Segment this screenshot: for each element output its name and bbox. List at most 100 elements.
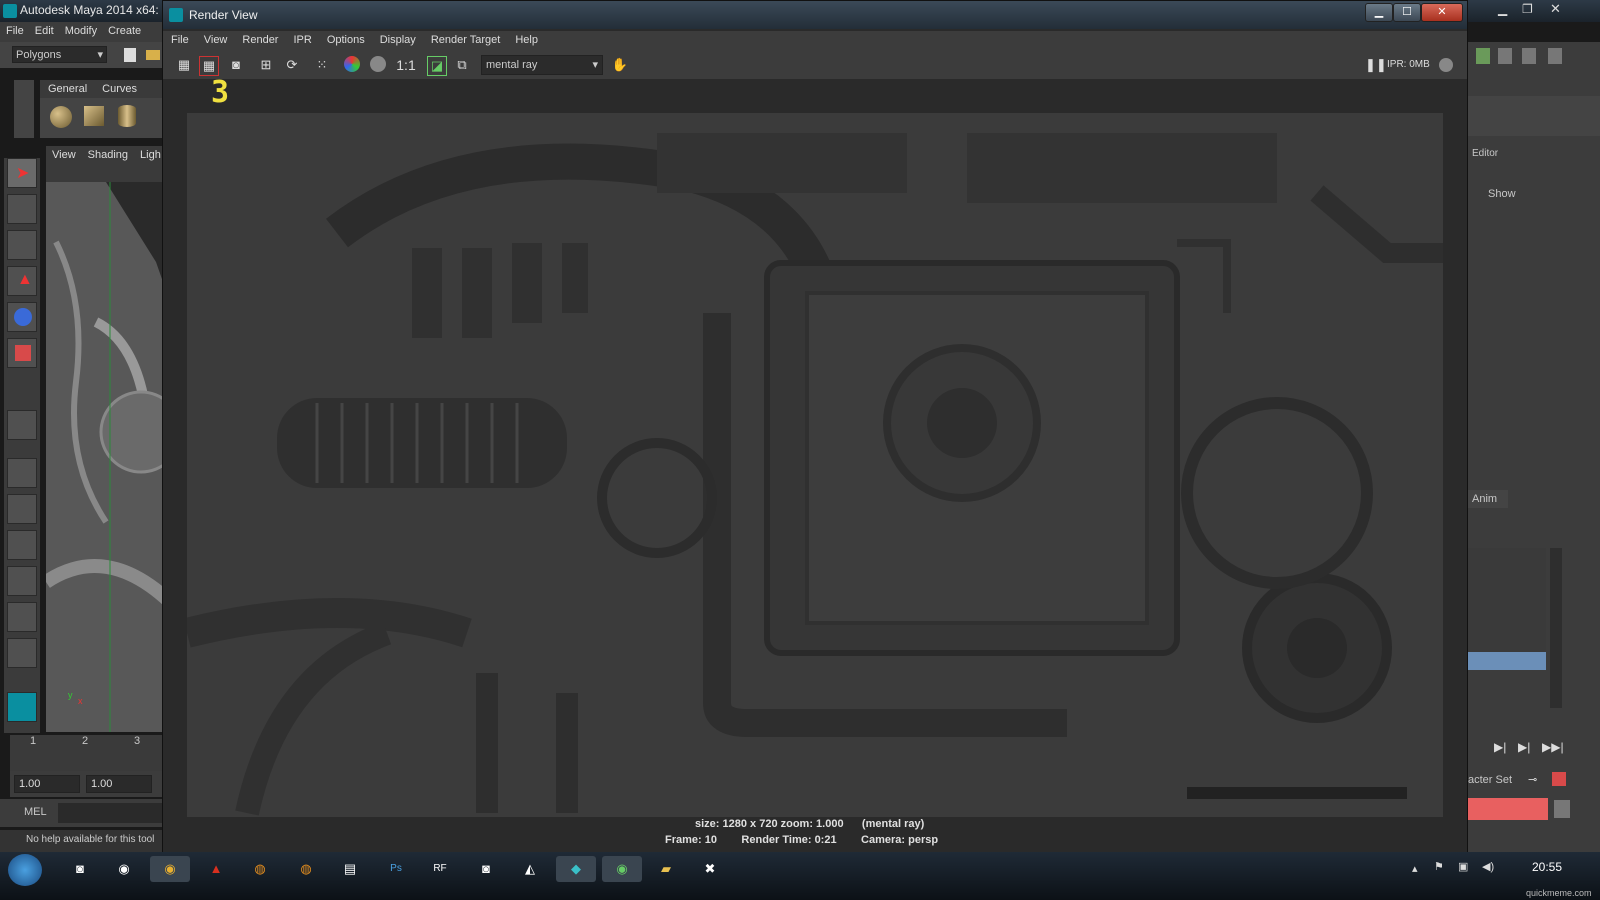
maya-restore-button[interactable]: ❐ xyxy=(1522,2,1533,16)
pixel-icon[interactable]: ⁙ xyxy=(313,56,331,74)
layout-four-icon[interactable] xyxy=(7,494,37,524)
keep-image-icon[interactable]: ◪ xyxy=(427,56,447,76)
open-scene-icon[interactable] xyxy=(146,50,160,60)
layout-graph-icon[interactable] xyxy=(7,566,37,596)
rv-menu-render-target[interactable]: Render Target xyxy=(423,31,508,46)
select-tool-icon[interactable]: ➤ xyxy=(7,158,37,188)
command-input[interactable] xyxy=(58,803,166,823)
layout-render-icon[interactable] xyxy=(7,638,37,668)
show-label[interactable]: Show xyxy=(1488,188,1516,200)
scale-tool-icon[interactable] xyxy=(7,338,37,368)
range-start-field[interactable]: 1.00 xyxy=(14,775,80,793)
ipr-render-icon[interactable]: ▦ xyxy=(199,56,219,76)
maya-menu-edit[interactable]: Edit xyxy=(29,22,59,37)
play-forward-icon[interactable]: ▶| xyxy=(1494,740,1506,754)
anim-tab[interactable]: Anim xyxy=(1468,490,1508,508)
shelf-tab-general[interactable]: General xyxy=(40,80,94,95)
action-center-icon[interactable]: ⚑ xyxy=(1434,860,1444,873)
close-button[interactable]: ✕ xyxy=(1421,3,1463,22)
key-icon[interactable]: ⊸ xyxy=(1528,773,1537,786)
time-slider[interactable]: 1 2 3 xyxy=(10,735,170,771)
layer-editor-icon[interactable] xyxy=(1548,48,1562,64)
autokey-icon[interactable] xyxy=(1552,772,1566,786)
snapshot-icon[interactable]: ◙ xyxy=(227,56,245,74)
tool-settings-icon[interactable] xyxy=(1498,48,1512,64)
volume-icon[interactable]: ◀) xyxy=(1482,860,1494,873)
chrome-icon[interactable]: ◉ xyxy=(150,856,190,882)
viewport-menu-view[interactable]: View xyxy=(46,146,82,161)
refresh-icon[interactable]: ⟳ xyxy=(283,56,301,74)
channel-box-icon[interactable] xyxy=(1522,48,1536,64)
rv-menu-options[interactable]: Options xyxy=(319,31,372,46)
windows-start-icon[interactable] xyxy=(8,854,42,886)
perspective-viewport[interactable] xyxy=(46,182,170,732)
acrobat-icon[interactable]: ▲ xyxy=(196,856,236,882)
clock[interactable]: 20:55 xyxy=(1532,860,1562,874)
layout-hypershade-icon[interactable] xyxy=(7,602,37,632)
blender-icon[interactable]: ◍ xyxy=(240,856,280,882)
mode-select[interactable]: Polygons ▾ xyxy=(12,46,107,63)
render-view-title-bar[interactable]: Render View ▁ ☐ ✕ xyxy=(163,1,1467,29)
gimp-icon[interactable]: ◭ xyxy=(510,856,550,882)
maya-menu-modify[interactable]: Modify xyxy=(59,22,102,37)
render-settings-icon[interactable]: ✋ xyxy=(611,56,629,74)
render-image[interactable] xyxy=(187,113,1443,819)
utorrent-icon[interactable]: ◉ xyxy=(602,856,642,882)
viewport-menu-shading[interactable]: Shading xyxy=(82,146,134,161)
redo-render-icon[interactable]: ▦ xyxy=(175,56,193,74)
explorer-icon[interactable]: ▰ xyxy=(646,856,686,882)
chrome-alt-icon[interactable]: ◉ xyxy=(104,856,144,882)
lasso-tool-icon[interactable] xyxy=(7,194,37,224)
blender2-icon[interactable]: ◍ xyxy=(286,856,326,882)
last-tool-icon[interactable] xyxy=(7,410,37,440)
attribute-editor-icon[interactable] xyxy=(1476,48,1490,64)
steam-icon[interactable]: ◙ xyxy=(466,856,506,882)
maya-minimize-button[interactable]: ▁ xyxy=(1498,2,1507,16)
mel-label[interactable]: MEL xyxy=(24,806,47,818)
rotate-tool-icon[interactable] xyxy=(7,302,37,332)
range-end-field[interactable]: 1.00 xyxy=(86,775,152,793)
photoshop-icon[interactable]: Ps xyxy=(376,856,416,882)
renderer-select[interactable]: mental ray ▾ xyxy=(481,55,603,75)
move-tool-icon[interactable]: ▲ xyxy=(7,266,37,296)
rv-menu-ipr[interactable]: IPR xyxy=(285,31,318,46)
cmd-icon[interactable]: ◙ xyxy=(60,856,100,882)
tray-expand-icon[interactable]: ▴ xyxy=(1412,862,1418,875)
maya-menu-file[interactable]: File xyxy=(0,22,29,37)
layout-outliner-icon[interactable] xyxy=(7,530,37,560)
step-forward-icon[interactable]: ▶| xyxy=(1518,740,1530,754)
maya-menu-create[interactable]: Create xyxy=(102,22,146,37)
layer-selected-row[interactable] xyxy=(1468,652,1546,670)
rv-menu-display[interactable]: Display xyxy=(372,31,423,46)
rv-menu-render[interactable]: Render xyxy=(234,31,285,46)
new-scene-icon[interactable] xyxy=(124,48,136,62)
layer-scrollbar[interactable] xyxy=(1550,548,1562,708)
maya-close-button[interactable]: ✕ xyxy=(1550,1,1561,17)
rv-menu-view[interactable]: View xyxy=(196,31,235,46)
shelf-handle[interactable] xyxy=(14,80,34,138)
network-icon[interactable]: ▣ xyxy=(1458,860,1468,873)
render-region-icon[interactable]: ⊞ xyxy=(257,56,275,74)
rv-menu-help[interactable]: Help xyxy=(507,31,545,46)
script-editor-icon[interactable] xyxy=(1554,800,1570,818)
rgb-channels-icon[interactable] xyxy=(343,56,361,74)
layout-single-icon[interactable] xyxy=(7,458,37,488)
real-size-button[interactable]: 1:1 xyxy=(395,56,417,74)
goto-end-icon[interactable]: ▶▶| xyxy=(1542,740,1564,754)
shelf-tab-curves[interactable]: Curves xyxy=(94,80,144,95)
cylinder-icon[interactable] xyxy=(118,105,136,127)
minimize-button[interactable]: ▁ xyxy=(1365,3,1393,22)
notes-icon[interactable]: ▤ xyxy=(330,856,370,882)
alpha-channel-icon[interactable] xyxy=(369,56,387,74)
rv-menu-file[interactable]: File xyxy=(163,31,196,46)
pause-ipr-icon[interactable]: ❚❚ xyxy=(1365,56,1387,74)
realflow-icon[interactable]: RF xyxy=(420,856,460,882)
maya-taskbar-icon[interactable]: ◆ xyxy=(556,856,596,882)
autokey-bar[interactable] xyxy=(1468,798,1548,820)
cube-icon[interactable] xyxy=(84,106,104,126)
remove-image-icon[interactable]: ⧉ xyxy=(453,56,471,74)
tool-icon[interactable]: ✖ xyxy=(690,856,730,882)
paint-tool-icon[interactable] xyxy=(7,230,37,260)
maximize-button[interactable]: ☐ xyxy=(1393,3,1421,22)
sphere-icon[interactable] xyxy=(50,106,72,128)
